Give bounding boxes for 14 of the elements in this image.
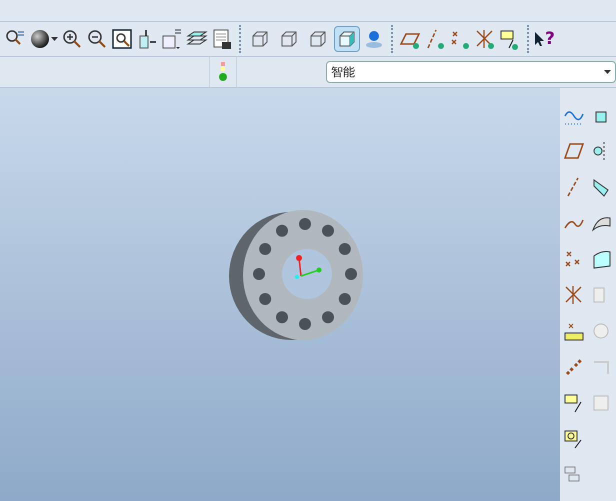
zoom-in-icon[interactable] (61, 28, 83, 50)
pointer-icon (535, 32, 544, 46)
coordinate-system-icon[interactable] (474, 28, 496, 50)
zoom-out-icon[interactable] (86, 28, 108, 50)
view-manager-icon[interactable] (211, 28, 233, 50)
shaded-sphere-icon[interactable] (29, 28, 51, 50)
caret-icon[interactable] (51, 36, 58, 42)
filter-dropdown[interactable]: 智能 (326, 61, 616, 83)
zoom-fit-icon[interactable] (111, 28, 133, 50)
annotation-icon[interactable] (499, 28, 521, 50)
help-button[interactable]: ? (535, 30, 555, 48)
caret-icon (604, 70, 611, 74)
shaded-cube-icon[interactable] (334, 26, 360, 52)
traffic-light-icon (218, 62, 228, 82)
